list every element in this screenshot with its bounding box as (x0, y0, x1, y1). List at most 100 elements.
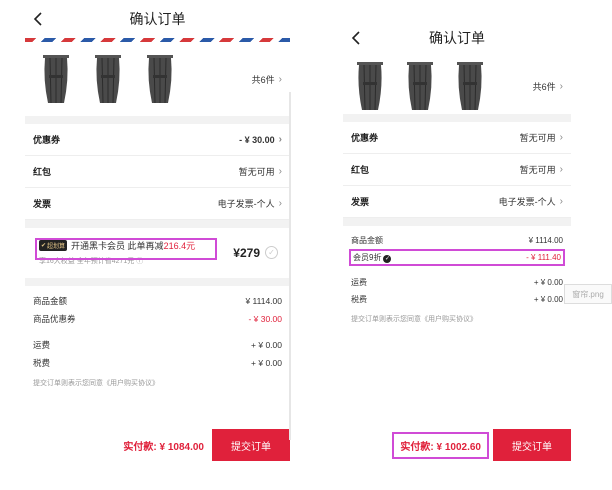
chevron-right-icon: › (278, 134, 282, 145)
goods-amount-value: ¥ 1114.00 (245, 296, 282, 306)
invoice-value: 电子发票-个人 › (218, 197, 282, 210)
redpacket-label: 红包 (351, 165, 370, 175)
invoice-row[interactable]: 发票 电子发票-个人 › (25, 188, 290, 220)
redpacket-row[interactable]: 红包 暂无可用 › (25, 156, 290, 188)
section-gap (25, 220, 290, 228)
submit-order-button[interactable]: 提交订单 (212, 429, 290, 461)
curtain-product-image (95, 55, 121, 103)
page-title: 确认订单 (129, 11, 186, 27)
check-badge-icon: ✓ (383, 255, 392, 263)
shipping-row: 运费 + ¥ 0.00 (33, 336, 282, 354)
total-payment: 实付款: ¥ 1084.00 (123, 441, 204, 453)
scrollbar[interactable] (289, 92, 291, 440)
vip-discount-row: 会员9折 ✓ - ¥ 111.40 (349, 249, 565, 266)
chevron-right-icon: › (559, 80, 563, 92)
coupon-row[interactable]: 优惠券 暂无可用 › (343, 122, 571, 154)
vip-discount-value: - ¥ 111.40 (526, 253, 561, 262)
coupon-value-text: - ¥ 30.00 (239, 134, 275, 145)
invoice-label: 发票 (33, 199, 52, 209)
redpacket-value: 暂无可用 › (520, 163, 563, 176)
section-gap (343, 114, 571, 122)
invoice-value-text: 电子发票-个人 (498, 197, 556, 207)
header: 确认订单 (25, 0, 290, 38)
chevron-right-icon: › (559, 196, 563, 207)
invoice-value: 电子发票-个人 › (499, 195, 563, 208)
goods-amount-label: 商品金额 (33, 296, 68, 306)
goods-amount-label: 商品金额 (351, 236, 383, 245)
header: 确认订单 (343, 18, 571, 58)
redpacket-row[interactable]: 红包 暂无可用 › (343, 154, 571, 186)
item-count[interactable]: 共6件 › (533, 80, 563, 93)
curtain-product-image (407, 62, 433, 110)
curtain-product-image (147, 55, 173, 103)
member-offer[interactable]: ✔ 超划算 开通黑卡会员 此单再减 216.4元 享16大权益 全年预计省4271元… (25, 228, 290, 278)
page-title: 确认订单 (429, 30, 485, 46)
back-arrow-icon[interactable] (31, 11, 47, 27)
invoice-value-text: 电子发票-个人 (217, 199, 275, 209)
watermark: 窗帘.png (564, 284, 612, 304)
curtain-product-image (457, 62, 483, 110)
order-page-left: 确认订单 共6件 › 优惠券 - ¥ 30.00 › 红包 暂无可用 › 发票 电子发… (25, 0, 290, 490)
order-page-right: 确认订单 共6件 › 优惠券 暂无可用 › 红包 暂无可用 › 发票 电子发票-个人 ›… (343, 0, 571, 490)
back-arrow-icon[interactable] (349, 30, 365, 46)
coupon-row[interactable]: 优惠券 - ¥ 30.00 › (25, 124, 290, 156)
shipping-row: 运费 + ¥ 0.00 (351, 274, 563, 291)
submit-order-button[interactable]: 提交订单 (493, 429, 571, 461)
chevron-right-icon: › (278, 73, 282, 85)
section-gap (343, 218, 571, 226)
invoice-row[interactable]: 发票 电子发票-个人 › (343, 186, 571, 218)
tax-value: + ¥ 0.00 (533, 295, 563, 304)
member-price: ¥279 (233, 246, 260, 260)
chevron-right-icon: › (559, 164, 563, 175)
product-strip[interactable]: 共6件 › (343, 58, 571, 114)
shipping-label: 运费 (351, 278, 367, 287)
tax-label: 税费 (351, 295, 367, 304)
goods-amount-row: 商品金额 ¥ 1114.00 (351, 232, 563, 249)
goods-amount-value: ¥ 1114.00 (528, 236, 563, 245)
shipping-label: 运费 (33, 340, 51, 350)
item-count[interactable]: 共6件 › (252, 73, 282, 86)
coupon-discount-value: - ¥ 30.00 (248, 314, 282, 324)
select-circle-icon[interactable]: ✓ (265, 246, 278, 259)
curtain-product-image (357, 62, 383, 110)
shipping-value: + ¥ 0.00 (251, 340, 282, 350)
screen: 确认订单 共6件 › 优惠券 - ¥ 30.00 › 红包 暂无可用 › 发票 电子发… (0, 0, 612, 490)
redpacket-label: 红包 (33, 167, 52, 177)
coupon-value: - ¥ 30.00 › (239, 134, 282, 145)
vip-discount-label-text: 会员9折 (353, 253, 382, 262)
redpacket-value-text: 暂无可用 (519, 165, 556, 175)
curtain-product-image (43, 55, 69, 103)
chevron-right-icon: › (278, 198, 282, 209)
invoice-label: 发票 (351, 197, 370, 207)
coupon-discount-row: 商品优惠券 - ¥ 30.00 (33, 310, 282, 328)
coupon-label: 优惠券 (351, 133, 379, 143)
tax-row: 税费 + ¥ 0.00 (33, 354, 282, 372)
section-gap (25, 278, 290, 286)
agreement-text[interactable]: 提交订单则表示您同意《用户购买协议》 (351, 314, 563, 324)
tax-row: 税费 + ¥ 0.00 (351, 291, 563, 308)
tax-label: 税费 (33, 358, 51, 368)
total-payment: 实付款: ¥ 1002.60 (392, 431, 489, 459)
checkout-bar: 实付款: ¥ 1002.60 提交订单 (343, 420, 571, 470)
highlight-box (35, 238, 217, 260)
chevron-right-icon: › (278, 166, 282, 177)
redpacket-value: 暂无可用 › (239, 165, 282, 178)
tax-value: + ¥ 0.00 (251, 358, 282, 368)
coupon-value: 暂无可用 › (520, 131, 563, 144)
price-summary: 商品金额 ¥ 1114.00 会员9折 ✓ - ¥ 111.40 运费 + ¥ 0.00… (343, 226, 571, 324)
coupon-discount-label: 商品优惠券 (33, 314, 76, 324)
product-strip[interactable]: 共6件 › (25, 42, 290, 116)
price-summary: 商品金额 ¥ 1114.00 商品优惠券 - ¥ 30.00 运费 + ¥ 0.00 … (25, 286, 290, 388)
redpacket-value-text: 暂无可用 (238, 167, 275, 177)
vip-discount-label: 会员9折 ✓ (353, 252, 392, 263)
item-count-label: 共6件 (532, 81, 556, 92)
coupon-label: 优惠券 (33, 135, 61, 145)
shipping-value: + ¥ 0.00 (533, 278, 563, 287)
agreement-text[interactable]: 提交订单则表示您同意《用户购买协议》 (33, 378, 282, 388)
section-gap (25, 116, 290, 124)
goods-amount-row: 商品金额 ¥ 1114.00 (33, 292, 282, 310)
coupon-value-text: 暂无可用 (519, 133, 556, 143)
item-count-label: 共6件 (251, 74, 275, 85)
